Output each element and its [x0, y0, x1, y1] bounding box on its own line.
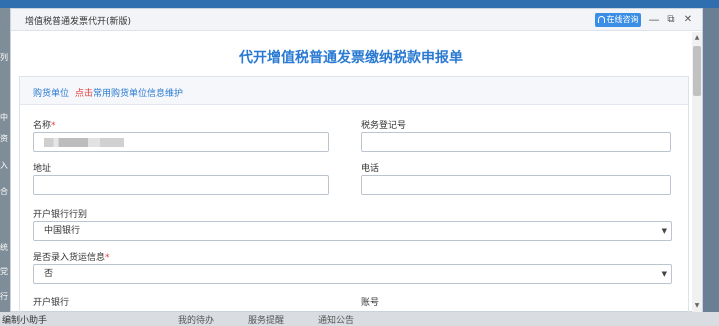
buyer-panel: 购货单位 点击常用购货单位信息维护 名称* 税务登记号 地址 电话 开户银行行别 …: [19, 76, 689, 312]
maintain-buyer-link[interactable]: 常用购货单位信息维护: [93, 89, 183, 99]
scroll-down-icon[interactable]: ▼: [692, 302, 702, 310]
bank-type-value: 中国银行: [44, 226, 81, 236]
buyer-panel-header: 购货单位 点击常用购货单位信息维护: [20, 77, 688, 105]
tax-reg-input[interactable]: [361, 132, 671, 152]
dialog-header: 增值税普通发票代开(新版) 在线咨询 — ⧉ ✕: [11, 9, 702, 31]
phone-label: 电话: [361, 164, 380, 174]
chevron-down-icon: ▼: [661, 227, 667, 235]
phone-input[interactable]: [361, 175, 671, 195]
click-hint: 点击: [75, 89, 94, 99]
bank-type-select[interactable]: 中国银行 ▼: [33, 221, 672, 241]
background-sidebar-item[interactable]: 行: [0, 291, 10, 302]
dialog-title: 增值税普通发票代开(新版): [25, 17, 132, 27]
background-sidebar-item[interactable]: 统: [0, 242, 10, 253]
tax-reg-label: 税务登记号: [361, 121, 407, 131]
scroll-up-icon[interactable]: ▲: [692, 34, 702, 42]
name-value-redacted: [44, 138, 124, 147]
headset-icon: [597, 16, 605, 23]
online-consult-button[interactable]: 在线咨询: [595, 13, 641, 27]
background-tab-todo[interactable]: 我的待办: [178, 313, 214, 326]
background-sidebar-item[interactable]: 资: [0, 133, 10, 144]
form-title: 代开增值税普通发票缴纳税款申报单: [239, 50, 463, 66]
background-sidebar-item[interactable]: 合: [0, 186, 10, 197]
shipping-label: 是否录入货运信息*: [33, 253, 110, 263]
bank-type-label: 开户银行行别: [33, 210, 88, 220]
account-label: 账号: [361, 298, 380, 308]
background-sidebar-item[interactable]: 党: [0, 266, 10, 277]
buyer-section-label: 购货单位: [33, 89, 70, 99]
invoice-dialog: 增值税普通发票代开(新版) 在线咨询 — ⧉ ✕ 代开增值税普通发票缴纳税款申报…: [10, 8, 703, 312]
bank-label: 开户银行: [33, 298, 70, 308]
dialog-body: 代开增值税普通发票缴纳税款申报单 购货单位 点击常用购货单位信息维护 名称* 税务…: [11, 32, 691, 312]
minimize-icon[interactable]: —: [648, 13, 660, 27]
shipping-select[interactable]: 否 ▼: [33, 264, 672, 284]
chevron-down-icon: ▼: [661, 270, 667, 278]
background-header: [0, 0, 719, 8]
background-helper-label[interactable]: 编制小助手: [2, 313, 47, 326]
name-input[interactable]: [33, 132, 329, 152]
shipping-value: 否: [44, 269, 54, 279]
background-tab-notice[interactable]: 通知公告: [318, 313, 354, 326]
address-label: 地址: [33, 164, 52, 174]
name-label: 名称*: [33, 121, 56, 131]
online-consult-label: 在线咨询: [606, 15, 639, 24]
background-sidebar-item[interactable]: 中: [0, 112, 10, 123]
close-icon[interactable]: ✕: [682, 13, 694, 27]
maximize-icon[interactable]: ⧉: [665, 13, 677, 27]
address-input[interactable]: [33, 175, 329, 195]
scroll-thumb[interactable]: [693, 46, 701, 96]
dialog-scrollbar[interactable]: ▲ ▼: [692, 32, 702, 312]
background-tab-reminder[interactable]: 服务提醒: [248, 313, 284, 326]
background-sidebar: 列中资入合统党行标: [0, 8, 10, 326]
background-sidebar-item[interactable]: 入: [0, 160, 10, 171]
background-footer: 编制小助手 我的待办 服务提醒 通知公告: [0, 312, 719, 326]
background-sidebar-item[interactable]: 列: [0, 52, 10, 63]
